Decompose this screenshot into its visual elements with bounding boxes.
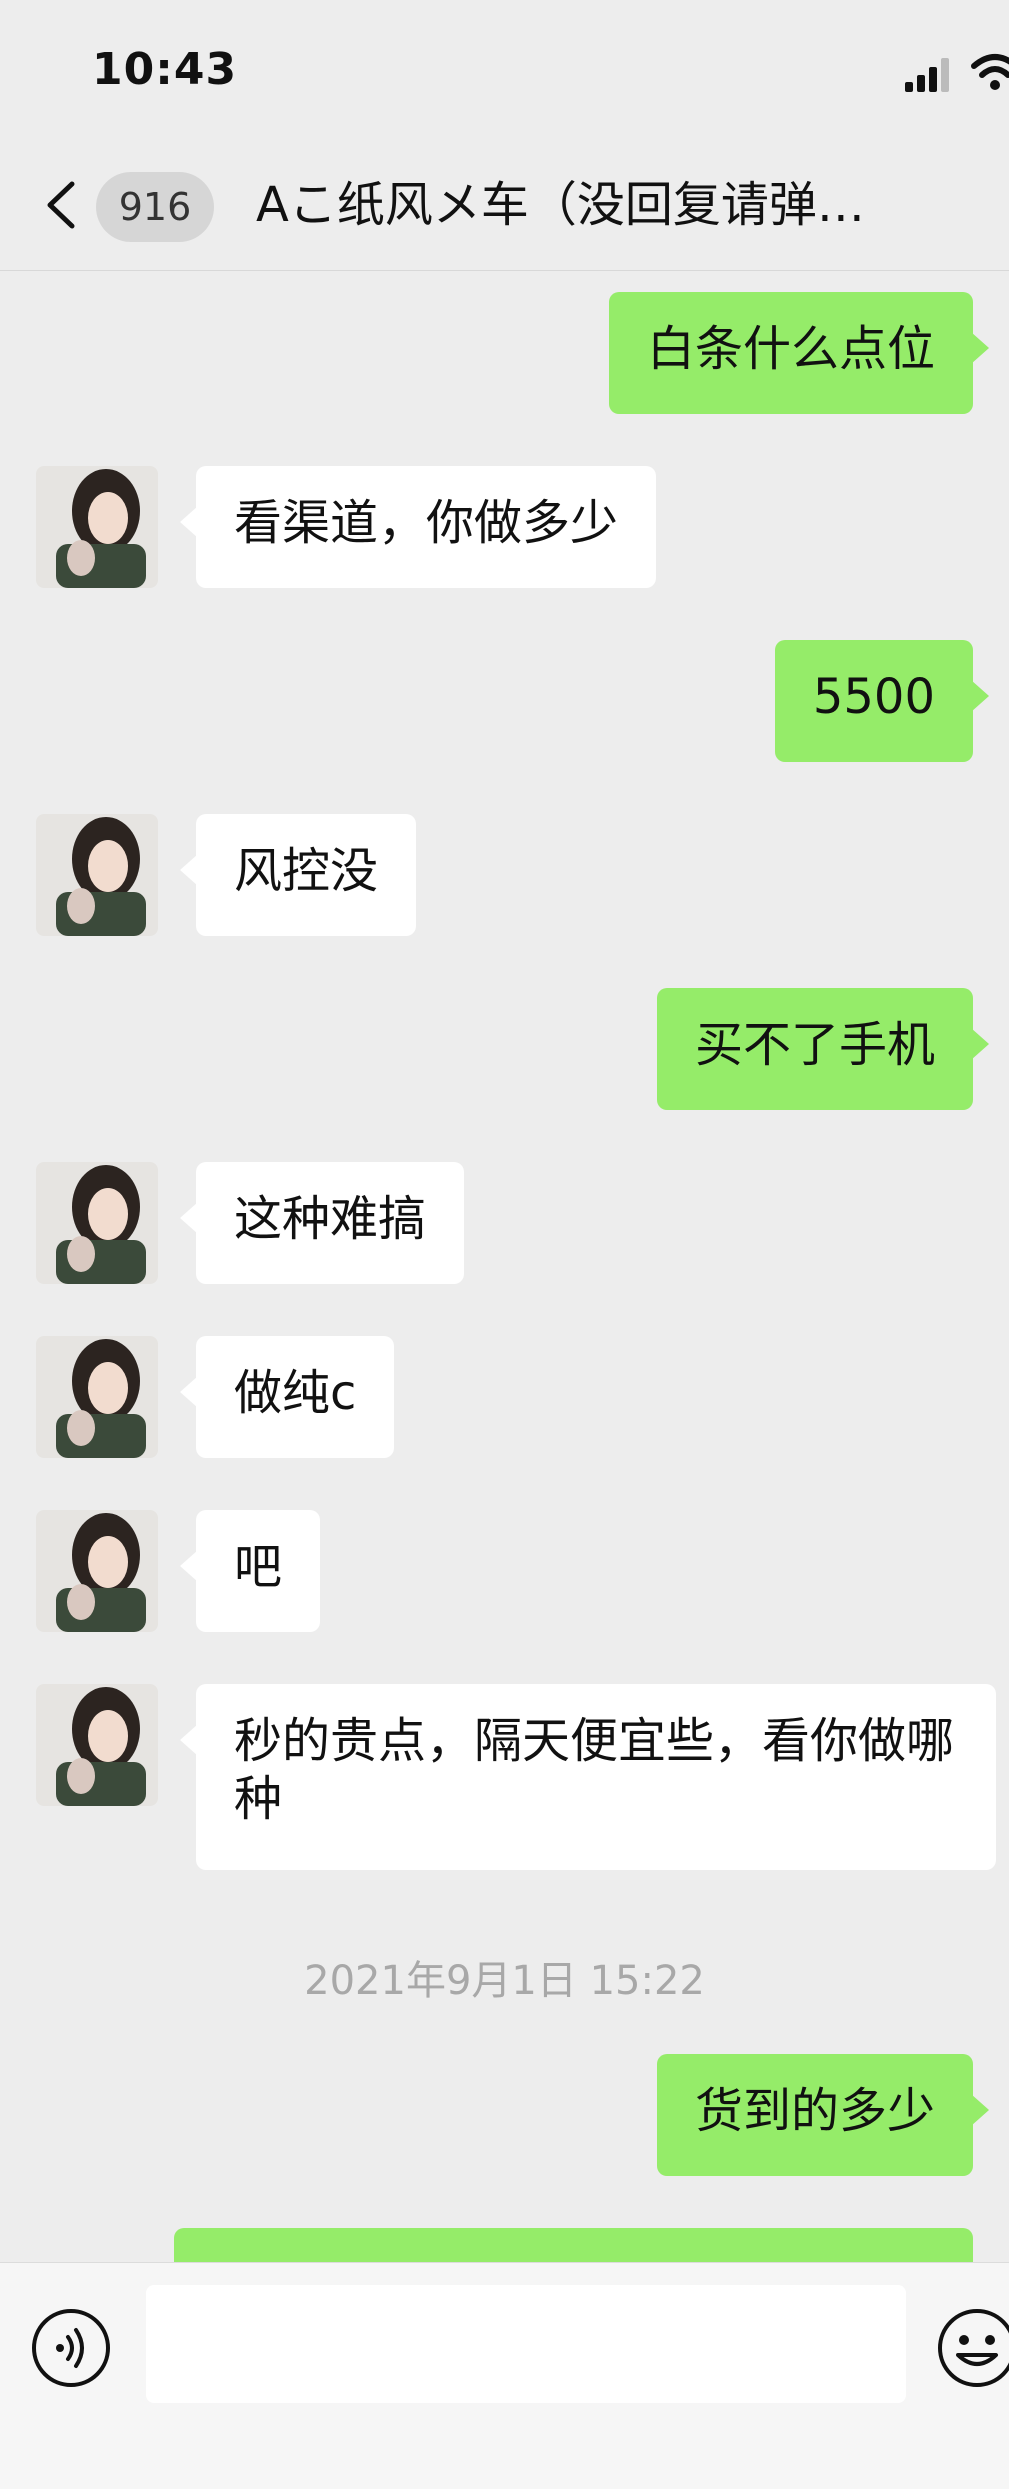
- contact-avatar[interactable]: [36, 466, 158, 588]
- emoji-icon[interactable]: [936, 2307, 1009, 2389]
- message-bubble-incoming[interactable]: 吧: [179, 1510, 321, 1632]
- message-row: 做纯c: [0, 1336, 1009, 1460]
- contact-avatar[interactable]: [36, 1336, 158, 1458]
- message-row: 吧: [0, 1510, 1009, 1634]
- message-bubble-incoming[interactable]: 风控没: [179, 814, 417, 936]
- message-bubble-outgoing[interactable]: 货到的多少: [656, 2054, 990, 2176]
- contact-avatar[interactable]: [36, 1510, 158, 1632]
- unread-count-badge[interactable]: 916: [96, 172, 214, 242]
- message-bubble-outgoing[interactable]: 5500: [774, 640, 990, 762]
- message-row: 货到的多少: [0, 2054, 1009, 2178]
- message-input[interactable]: [146, 2285, 906, 2403]
- message-bubble-incoming[interactable]: 做纯c: [179, 1336, 395, 1458]
- input-bar: [0, 2262, 1009, 2489]
- message-row: 看渠道，你做多少: [0, 466, 1009, 590]
- voice-icon[interactable]: [30, 2307, 112, 2389]
- message-row: 白条什么点位: [0, 292, 1009, 416]
- contact-avatar[interactable]: [36, 1684, 158, 1806]
- status-time: 10:43: [92, 44, 238, 95]
- chat-header: 916 Aこ纸风メ车（没回复请弹…: [0, 140, 1009, 271]
- message-row: 这种难搞: [0, 1162, 1009, 1286]
- message-timestamp: 2021年9月1日 15:22: [304, 1958, 705, 2004]
- back-icon[interactable]: [42, 180, 82, 230]
- message-row: 买不了手机: [0, 988, 1009, 1112]
- message-row: 5500: [0, 640, 1009, 764]
- message-bubble-incoming[interactable]: 看渠道，你做多少: [179, 466, 657, 588]
- chat-title[interactable]: Aこ纸风メ车（没回复请弹…: [256, 170, 996, 240]
- signal-icon: [905, 58, 949, 92]
- message-bubble-outgoing[interactable]: 买不了手机: [656, 988, 990, 1110]
- contact-avatar[interactable]: [36, 814, 158, 936]
- message-row: 秒的贵点，隔天便宜些，看你做哪种: [0, 1684, 1009, 1870]
- status-bar: 10:43: [0, 0, 1009, 140]
- message-row: 风控没: [0, 814, 1009, 938]
- message-bubble-outgoing[interactable]: 白条什么点位: [608, 292, 990, 414]
- wifi-icon: [971, 54, 1009, 90]
- message-bubble-incoming[interactable]: 这种难搞: [179, 1162, 465, 1284]
- contact-avatar[interactable]: [36, 1162, 158, 1284]
- message-bubble-incoming[interactable]: 秒的贵点，隔天便宜些，看你做哪种: [180, 1684, 996, 1870]
